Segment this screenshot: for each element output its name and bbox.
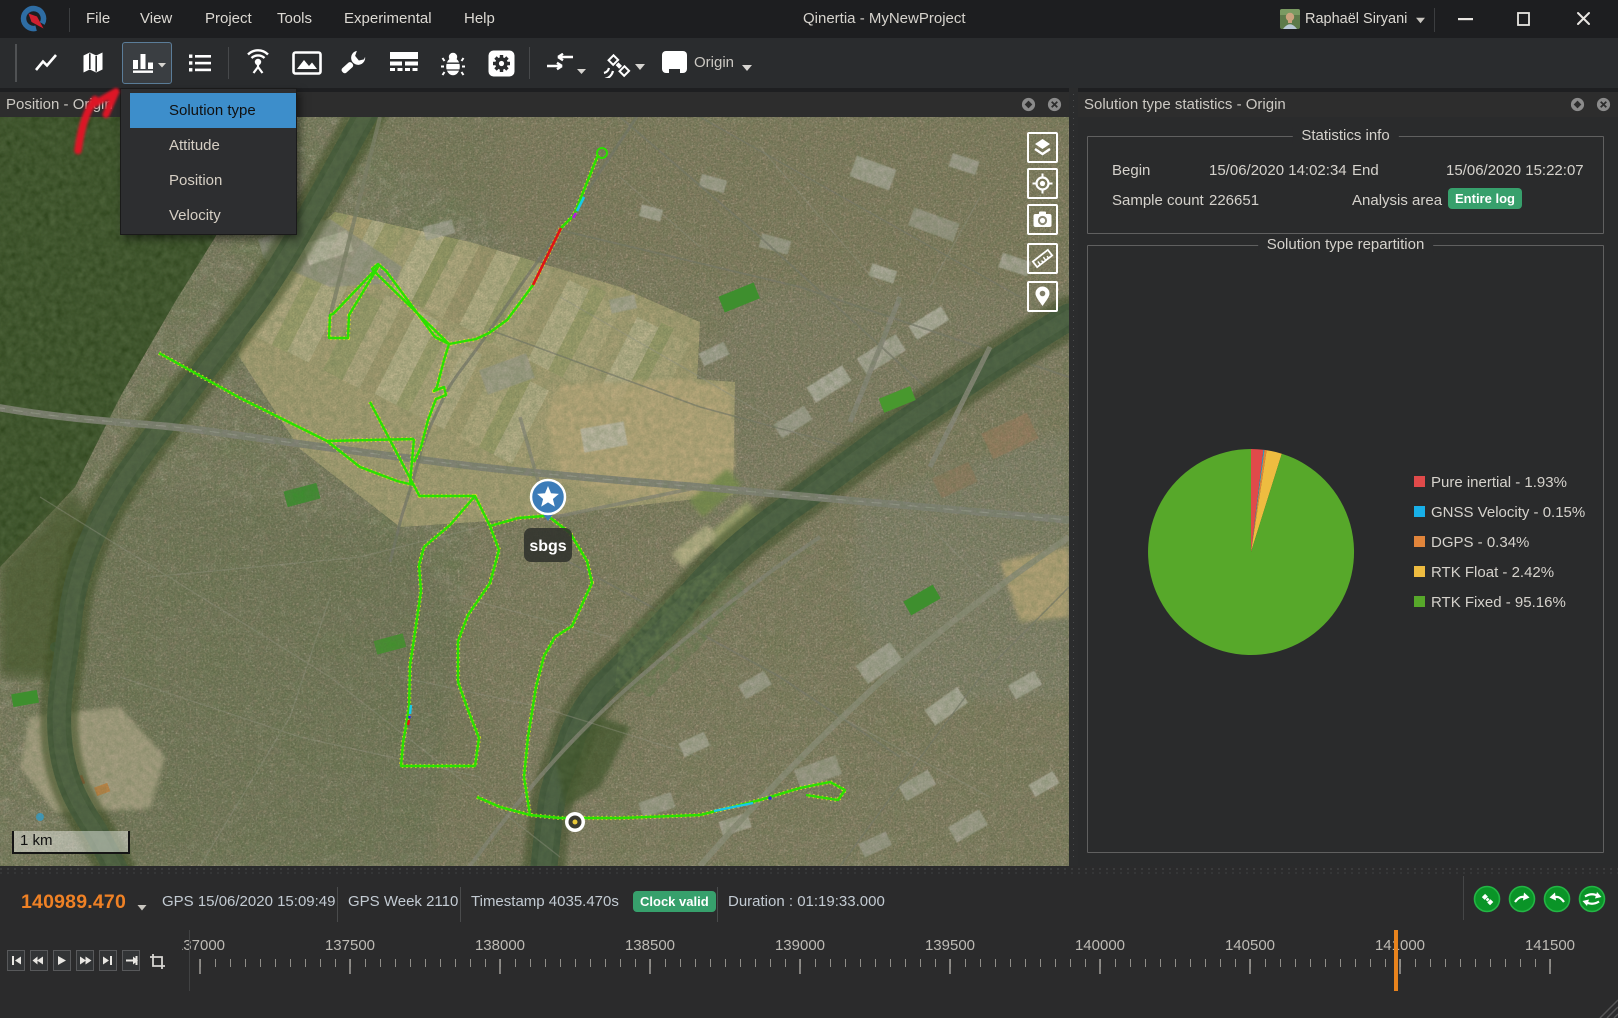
svg-text:RTK Float - 2.42%: RTK Float - 2.42% bbox=[1431, 564, 1554, 581]
svg-text:138500: 138500 bbox=[625, 937, 675, 954]
svg-text:139500: 139500 bbox=[925, 937, 975, 954]
svg-text:141500: 141500 bbox=[1525, 937, 1575, 954]
svg-text:138000: 138000 bbox=[475, 937, 525, 954]
svg-text:141000: 141000 bbox=[1375, 937, 1425, 954]
svg-text:RTK Fixed - 95.16%: RTK Fixed - 95.16% bbox=[1431, 594, 1566, 611]
svg-text:140500: 140500 bbox=[1225, 937, 1275, 954]
svg-text:139000: 139000 bbox=[775, 937, 825, 954]
svg-text:DGPS - 0.34%: DGPS - 0.34% bbox=[1431, 534, 1529, 551]
svg-text:GNSS Velocity - 0.15%: GNSS Velocity - 0.15% bbox=[1431, 504, 1585, 521]
svg-text:sbgs: sbgs bbox=[529, 538, 566, 555]
svg-text:137500: 137500 bbox=[325, 937, 375, 954]
svg-text:Pure inertial - 1.93%: Pure inertial - 1.93% bbox=[1431, 474, 1567, 491]
svg-text:140000: 140000 bbox=[1075, 937, 1125, 954]
